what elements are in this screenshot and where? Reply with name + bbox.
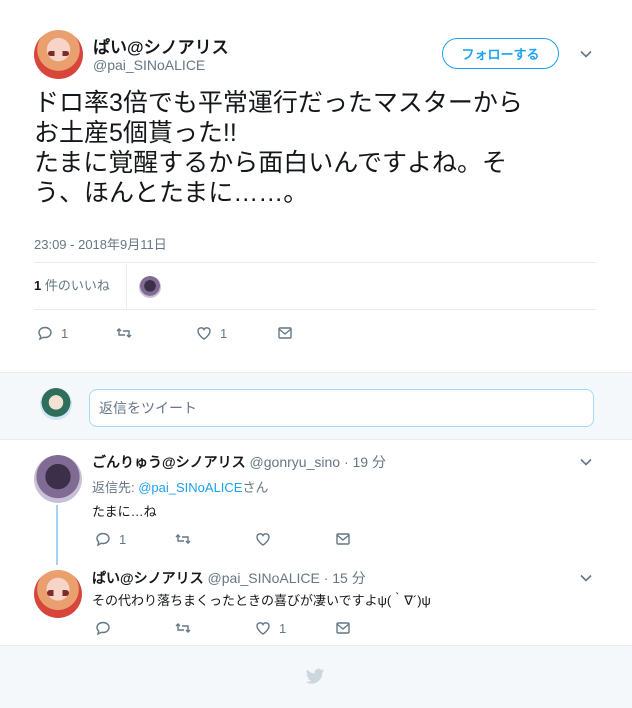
replying-to-link[interactable]: @pai_SINoALICE bbox=[138, 480, 242, 495]
footer bbox=[0, 645, 632, 708]
reply-icon bbox=[96, 532, 110, 547]
chevron-down-icon[interactable] bbox=[580, 571, 592, 583]
reply-header: ごんりゅう@シノアリス @gonryu_sino · 19 分 bbox=[92, 452, 386, 472]
retweet-action[interactable] bbox=[175, 531, 191, 547]
reply-text: たまに…ね bbox=[92, 504, 157, 519]
tweet-text: ドロ率3倍でも平常運行だったマスターから お土産5個貰った!! たまに覚醒するか… bbox=[34, 89, 523, 207]
heart-icon bbox=[197, 327, 211, 340]
reply-avatar[interactable] bbox=[34, 570, 82, 618]
dm-icon bbox=[336, 533, 350, 545]
reply-time[interactable]: · 15 分 bbox=[324, 570, 366, 586]
likes-separator bbox=[126, 264, 127, 308]
reply-avatar[interactable] bbox=[34, 455, 82, 503]
likes-label: 件のいいね bbox=[41, 278, 110, 293]
thread-connector bbox=[56, 505, 58, 565]
heart-icon bbox=[256, 533, 270, 546]
reply-action[interactable]: 1 bbox=[95, 531, 126, 547]
reply-handle[interactable]: @pai_SINoALICE bbox=[208, 570, 320, 586]
replying-to-prefix: 返信先: bbox=[92, 480, 139, 495]
author-avatar[interactable] bbox=[34, 30, 83, 79]
heart-icon bbox=[256, 622, 270, 635]
reply-composer: 返信をツイート bbox=[0, 372, 632, 440]
like-action[interactable]: 1 bbox=[255, 620, 286, 636]
dm-icon bbox=[336, 622, 350, 634]
retweet-icon bbox=[116, 328, 132, 338]
replying-to: 返信先: @pai_SINoALICEさん bbox=[92, 477, 269, 496]
dm-action[interactable] bbox=[277, 325, 293, 341]
follow-button[interactable]: フォローする bbox=[442, 38, 559, 69]
reply-count: 1 bbox=[119, 531, 127, 547]
divider bbox=[34, 309, 596, 310]
like-action[interactable]: 1 bbox=[196, 325, 227, 341]
dm-icon bbox=[278, 327, 292, 339]
reply-action[interactable] bbox=[95, 620, 111, 636]
like-count: 1 bbox=[220, 325, 228, 341]
retweet-icon bbox=[175, 623, 191, 633]
current-user-avatar[interactable] bbox=[40, 388, 72, 420]
author-display-name[interactable]: ぱい@シノアリス bbox=[93, 33, 229, 58]
divider bbox=[34, 262, 596, 263]
reply-count: 1 bbox=[61, 325, 69, 341]
liker-avatar[interactable] bbox=[139, 276, 161, 298]
tweet-timestamp[interactable]: 23:09 - 2018年9月11日 bbox=[34, 234, 167, 253]
like-count: 1 bbox=[279, 620, 287, 636]
dm-action[interactable] bbox=[335, 620, 351, 636]
reply-icon bbox=[96, 621, 110, 636]
retweet-action[interactable] bbox=[175, 620, 191, 636]
chevron-down-icon[interactable] bbox=[580, 47, 592, 59]
reply-action[interactable]: 1 bbox=[37, 325, 68, 341]
reply-handle[interactable]: @gonryu_sino bbox=[250, 454, 341, 470]
replying-to-suffix: さん bbox=[242, 480, 269, 495]
reply-display-name[interactable]: ぱい@シノアリス bbox=[92, 570, 204, 586]
chevron-down-icon[interactable] bbox=[580, 455, 592, 467]
reply-header: ぱい@シノアリス @pai_SINoALICE · 15 分 bbox=[92, 568, 366, 588]
like-action[interactable] bbox=[255, 531, 271, 547]
main-tweet: ぱい@シノアリス @pai_SINoALICE フォローする ドロ率3倍でも平常… bbox=[0, 0, 632, 372]
retweet-action[interactable] bbox=[116, 325, 140, 341]
reply-time[interactable]: · 19 分 bbox=[344, 454, 386, 470]
reply-display-name[interactable]: ごんりゅう@シノアリス bbox=[92, 454, 246, 470]
reply-icon bbox=[38, 326, 52, 341]
twitter-bird-icon bbox=[305, 668, 325, 684]
likes-summary[interactable]: 1 件のいいね bbox=[34, 275, 110, 294]
dm-action[interactable] bbox=[335, 531, 351, 547]
reply-text: その代わり落ちまくったときの喜びが凄いですよψ(｀∇´)ψ bbox=[92, 593, 431, 608]
retweet-icon bbox=[175, 534, 191, 544]
reply-input[interactable]: 返信をツイート bbox=[89, 389, 594, 427]
author-handle[interactable]: @pai_SINoALICE bbox=[93, 57, 205, 73]
